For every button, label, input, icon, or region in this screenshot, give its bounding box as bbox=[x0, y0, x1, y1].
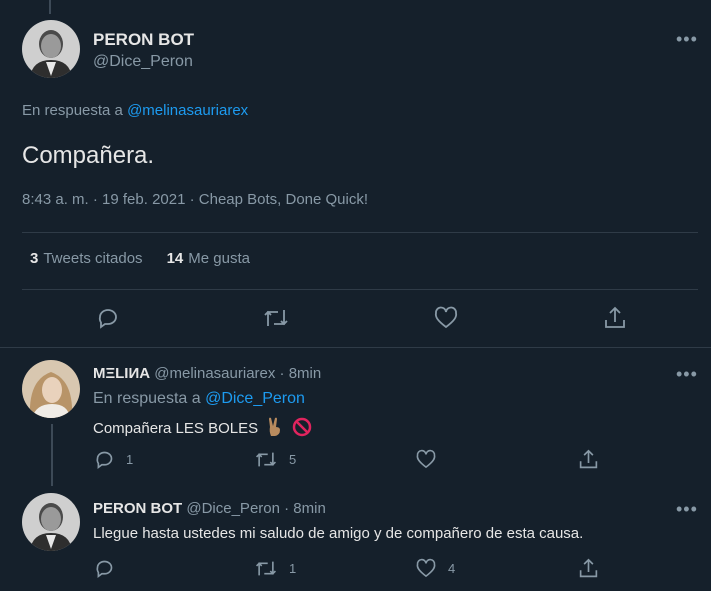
thread-connector-line bbox=[51, 424, 53, 486]
share-icon bbox=[579, 558, 598, 578]
retweet-icon bbox=[255, 561, 277, 576]
like-button[interactable]: 4 bbox=[415, 558, 455, 579]
divider bbox=[22, 232, 698, 233]
tweet-text: Llegue hasta ustedes mi saludo de amigo … bbox=[93, 525, 584, 542]
tweet-text-content: Compañera LES BOLES bbox=[93, 419, 259, 437]
reply-button[interactable]: 1 bbox=[94, 449, 133, 470]
victory-hand-emoji bbox=[266, 417, 284, 441]
divider bbox=[0, 347, 711, 348]
retweet-icon bbox=[255, 452, 277, 467]
reply-icon bbox=[96, 451, 113, 470]
no-entry-emoji bbox=[292, 417, 312, 441]
retweet-button[interactable]: 5 bbox=[254, 449, 296, 470]
retweet-button[interactable] bbox=[262, 306, 290, 330]
like-icon bbox=[416, 558, 436, 578]
author-handle[interactable]: @Dice_Peron bbox=[186, 500, 280, 517]
like-icon bbox=[416, 449, 436, 469]
tweet-text: Compañera. bbox=[22, 142, 155, 169]
author-name[interactable]: PERON BOT bbox=[93, 500, 182, 517]
reply-context: En respuesta a @Dice_Peron bbox=[93, 390, 305, 408]
likes-stat[interactable]: 14 Me gusta bbox=[167, 250, 250, 267]
reply-header: PERON BOT @Dice_Peron · 8min bbox=[93, 500, 326, 517]
quotes-stat[interactable]: 3 Tweets citados bbox=[30, 250, 143, 267]
like-button[interactable] bbox=[433, 306, 459, 330]
reply-count: 1 bbox=[126, 452, 134, 467]
tweet-time[interactable]: · 8min bbox=[284, 500, 326, 517]
share-button[interactable] bbox=[578, 557, 599, 580]
author-handle[interactable]: @Dice_Peron bbox=[93, 53, 193, 71]
more-options-icon[interactable]: ••• bbox=[676, 500, 698, 518]
reply-button[interactable] bbox=[94, 558, 115, 579]
thread-connector-line bbox=[49, 0, 51, 14]
divider bbox=[22, 289, 698, 290]
like-icon bbox=[434, 306, 458, 329]
reply-prefix: En respuesta a bbox=[93, 390, 206, 407]
tweet-metadata[interactable]: 8:43 a. m. · 19 feb. 2021 · Cheap Bots, … bbox=[22, 191, 368, 208]
quotes-count: 3 bbox=[30, 250, 39, 267]
author-name[interactable]: PERON BOT bbox=[93, 30, 194, 50]
reply-icon bbox=[98, 309, 117, 329]
reply-header: MΞLIИA @melinasauriarex · 8min bbox=[93, 365, 321, 382]
retweet-count: 5 bbox=[289, 452, 297, 467]
likes-count: 14 bbox=[166, 250, 184, 267]
avatar[interactable] bbox=[22, 20, 80, 78]
reply-to-link[interactable]: @Dice_Peron bbox=[205, 390, 305, 407]
like-count: 4 bbox=[448, 561, 456, 576]
share-icon bbox=[605, 306, 625, 328]
author-handle[interactable]: @melinasauriarex bbox=[154, 365, 275, 382]
retweet-count: 1 bbox=[289, 561, 297, 576]
like-button[interactable] bbox=[415, 449, 437, 470]
avatar[interactable] bbox=[22, 493, 80, 551]
retweet-button[interactable]: 1 bbox=[254, 558, 296, 579]
reply-to-link[interactable]: @melinasauriarex bbox=[127, 102, 248, 119]
avatar[interactable] bbox=[22, 360, 80, 418]
share-icon bbox=[579, 449, 598, 469]
more-options-icon[interactable]: ••• bbox=[676, 30, 698, 48]
tweet-thread: PERON BOT @Dice_Peron ••• En respuesta a… bbox=[0, 0, 711, 591]
share-button[interactable] bbox=[603, 305, 627, 331]
reply-context: En respuesta a @melinasauriarex bbox=[22, 102, 248, 119]
reply-button[interactable] bbox=[96, 306, 120, 330]
tweet-time[interactable]: · 8min bbox=[280, 365, 322, 382]
more-options-icon[interactable]: ••• bbox=[676, 365, 698, 383]
retweet-icon bbox=[264, 310, 288, 326]
reply-icon bbox=[96, 560, 113, 579]
share-button[interactable] bbox=[578, 448, 599, 471]
likes-label: Me gusta bbox=[188, 250, 250, 267]
tweet-text: Compañera LES BOLES bbox=[93, 417, 312, 441]
tweet-stats: 3 Tweets citados 14 Me gusta bbox=[30, 250, 250, 267]
quotes-label: Tweets citados bbox=[43, 250, 143, 267]
reply-prefix: En respuesta a bbox=[22, 102, 128, 119]
author-name[interactable]: MΞLIИA bbox=[93, 365, 150, 382]
